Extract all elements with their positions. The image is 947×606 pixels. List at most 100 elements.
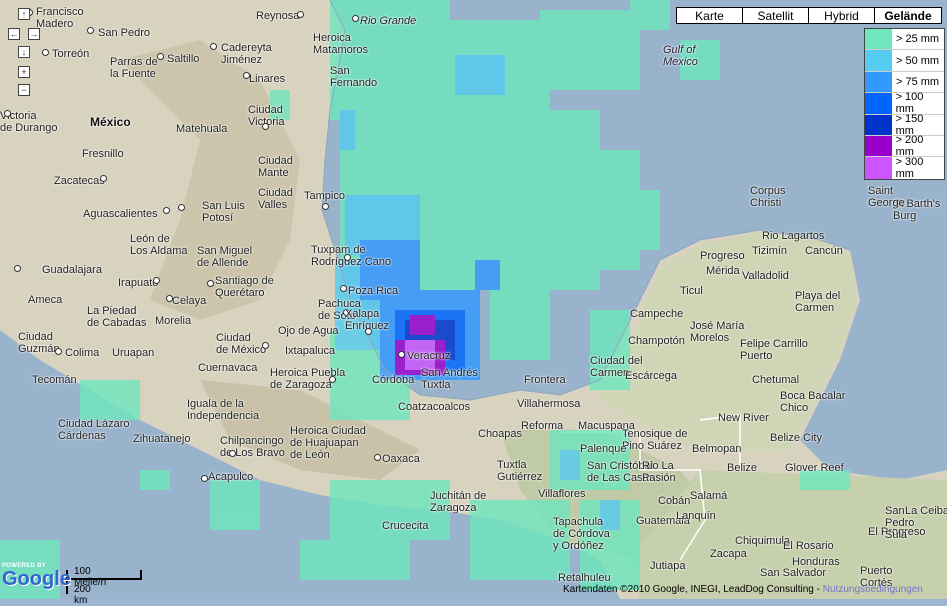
place-label-felipe-carrillo: Felipe Carrillo Puerto [740,338,808,362]
legend-swatch [865,29,892,50]
legend-row: > 25 mm [865,29,944,51]
zoom-in-button[interactable]: + [18,66,30,78]
place-label-valladolid: Valladolid [742,270,789,282]
place-label-zihuatanejo: Zihuatanejo [133,433,191,445]
pan-left-button[interactable]: ← [8,28,20,40]
place-label-ciudad-mante: Ciudad Mante [258,155,293,179]
place-marker [4,110,11,117]
place-label-palenque: Palenque [580,443,627,455]
place-label-san-pedro: San Pedro [98,27,150,39]
place-label-uruapan: Uruapan [112,347,155,359]
place-label-morelia: Morelia [155,315,192,327]
place-label-ciudad-lazaro: Ciudad Lázaro Cárdenas [58,418,130,442]
pan-right-button[interactable]: → [28,28,40,40]
place-marker [297,11,304,18]
place-label-tuxpam: Tuxpam de Rodríguez Cano [311,244,392,268]
place-label-belize: Belize [727,462,757,474]
place-label-rio-la-pasion: Rio La Pasión [642,460,676,484]
place-marker [157,53,164,60]
google-wordmark: Google [2,568,71,590]
place-label-cuernavaca: Cuernavaca [198,362,258,374]
maptype-karte-button[interactable]: Karte [676,7,743,24]
legend-label: > 50 mm [896,54,940,67]
place-label-ameca: Ameca [28,294,63,306]
legend-row: > 300 mm [865,156,944,181]
pan-up-button[interactable]: ↑ [18,8,30,20]
place-label-villaflores: Villaflores [538,488,586,500]
place-marker [14,265,21,272]
legend-row: > 50 mm [865,50,944,72]
legend-row: > 200 mm [865,134,944,158]
place-label-veracruz: Veracruz [407,350,451,362]
legend-label: > 300 mm [895,156,924,181]
place-label-glover-reef: Glover Reef [785,462,844,474]
place-label-ticul: Ticul [680,285,703,297]
place-label-tuxtla: Tuxtla Gutiérrez [497,459,543,483]
place-marker [207,280,214,287]
maptype-satellit-button[interactable]: Satellit [742,7,809,24]
place-label-belize-city: Belize City [770,432,822,444]
place-marker [153,277,160,284]
legend-swatch [865,71,892,93]
place-marker [100,175,107,182]
google-logo[interactable]: POWERED BY Google [2,563,71,589]
maptype-gelande-button[interactable]: Gelände [874,7,942,24]
place-label-celaya: Celaya [172,295,207,307]
place-label-cadereyta: Cadereyta Jiménez [221,42,272,66]
place-marker [322,203,329,210]
place-label-crucecita: Crucecita [382,520,429,532]
place-label-new-river: New River [718,412,769,424]
legend-swatch [865,135,892,157]
place-marker [163,207,170,214]
place-label-iguala: Iguala de la Independencia [187,398,260,422]
pan-down-button[interactable]: ↓ [18,46,30,58]
place-label-mexico: México [90,115,131,129]
legend-swatch [865,114,892,135]
place-label-tapachula: Tapachula de Córdova y Ordóñez [553,516,610,552]
place-label-queretaro: Santiago de Querétaro [215,275,274,299]
place-label-san-andres: San Andrés Tuxtla [421,367,478,391]
place-label-aguascalientes: Aguascalientes [83,208,158,220]
place-label-reynosa: Reynosa [256,10,300,22]
place-marker [201,475,208,482]
place-label-francisco-madero: Francisco Madero [36,6,84,30]
place-label-campeche: Campeche [630,308,684,320]
place-marker [262,123,269,130]
maptype-hybrid-button[interactable]: Hybrid [808,7,875,24]
place-marker [340,285,347,292]
place-label-merida: Mérida [706,265,740,277]
place-label-ciudad-valles: Ciudad Valles [258,187,293,211]
zoom-out-button[interactable]: − [18,84,30,96]
legend-label: > 25 mm [896,33,940,46]
legend-swatch [865,93,892,114]
place-label-la-piedad: La Piedad de Cabadas [87,305,147,329]
place-label-lanquin: Lanquín [676,510,716,522]
place-marker [262,342,269,349]
place-marker [229,450,236,457]
place-label-guadalajara: Guadalajara [42,264,102,276]
legend-row: > 75 mm [865,71,944,94]
place-label-fresnillo: Fresnillo [82,148,124,160]
legend-label: > 150 mm [895,112,924,137]
place-label-el-rosario: El Rosario [783,540,834,552]
place-label-belmopan: Belmopan [692,443,742,455]
place-label-heroica-huajuapan: Heroica Ciudad de Huajuapan de León [290,425,366,461]
place-marker [365,328,372,335]
place-marker [329,376,336,383]
place-label-san-fernando: San Fernando [330,65,378,89]
place-label-tecoman: Tecomán [32,374,77,386]
terms-link[interactable]: Nutzungsbedingungen [823,584,923,595]
place-label-reforma: Reforma [521,420,564,432]
place-label-villahermosa: Villahermosa [517,398,581,410]
place-label-torreon: Torreón [52,48,90,60]
place-marker [55,348,62,355]
place-label-leon: León de Los Aldama [130,233,188,257]
place-label-san-luis-potosi: San Luis Potosí [202,200,245,224]
legend-label: > 75 mm [896,75,940,88]
place-label-champoton: Champotón [628,335,685,347]
place-label-coatzacoalcos: Coatzacoalcos [398,401,471,413]
place-label-linares: Linares [249,73,286,85]
legend-label: > 100 mm [895,91,924,116]
place-label-coban: Cobán [658,495,691,507]
place-label-retalhuleu: Retalhuleu [558,572,611,584]
